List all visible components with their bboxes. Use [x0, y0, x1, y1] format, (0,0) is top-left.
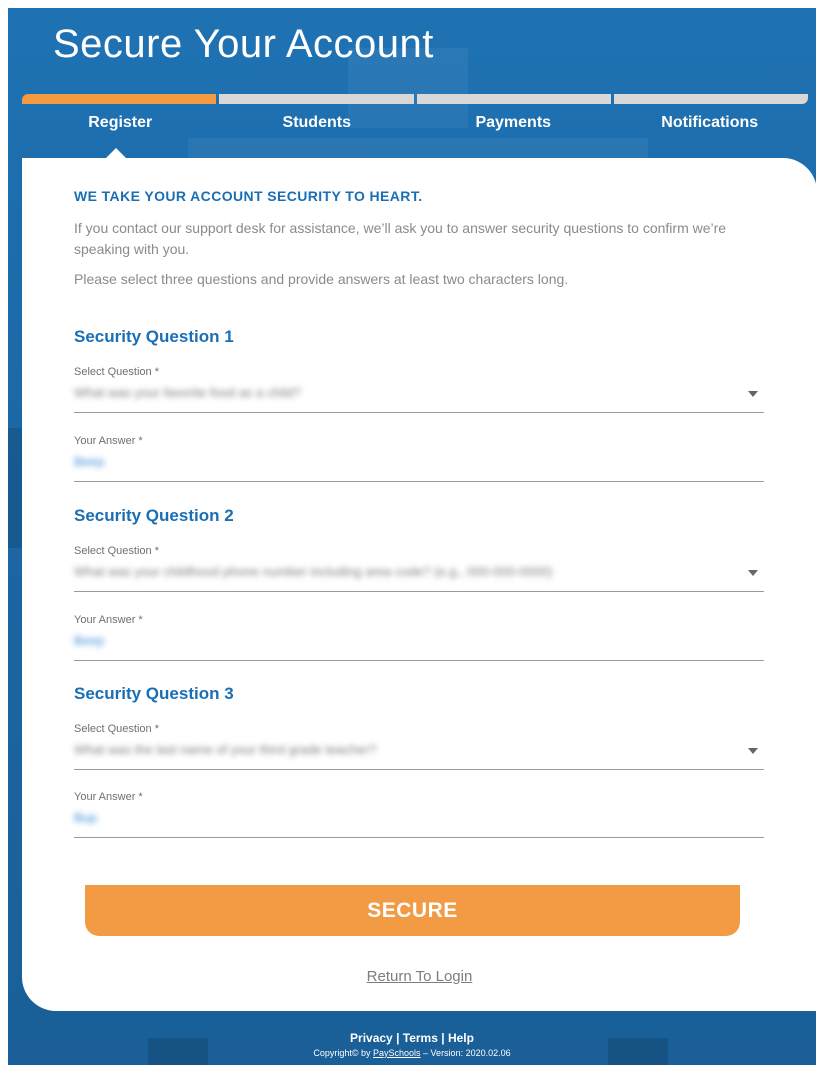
- instruction-text: Please select three questions and provid…: [74, 271, 569, 287]
- security-question-2-title: Security Question 2: [74, 506, 234, 525]
- selected-question-value: What was the last name of your third gra…: [74, 742, 377, 757]
- dropdown-arrow-icon[interactable]: [748, 570, 758, 576]
- your-answer-label: Your Answer *: [74, 435, 143, 447]
- dropdown-arrow-icon[interactable]: [748, 391, 758, 397]
- answer-value: Bup: [74, 810, 98, 825]
- footer-separator: |: [441, 1031, 445, 1045]
- tab-payments[interactable]: Payments: [415, 114, 612, 132]
- answer-3-field[interactable]: Your Answer * Bup: [74, 791, 764, 838]
- privacy-link[interactable]: Privacy: [350, 1031, 393, 1045]
- card-headline: WE TAKE YOUR ACCOUNT SECURITY TO HEART.: [74, 188, 423, 204]
- your-answer-label: Your Answer *: [74, 614, 143, 626]
- terms-link[interactable]: Terms: [403, 1031, 438, 1045]
- select-question-label: Select Question *: [74, 545, 159, 557]
- select-question-label: Select Question *: [74, 723, 159, 735]
- question-1-select[interactable]: Select Question * What was your favorite…: [74, 366, 764, 413]
- tab-notifications[interactable]: Notifications: [612, 114, 809, 132]
- dropdown-arrow-icon[interactable]: [748, 748, 758, 754]
- select-question-label: Select Question *: [74, 366, 159, 378]
- progress-segment-notifications: [613, 94, 808, 104]
- progress-segment-payments: [416, 94, 611, 104]
- progress-segment-students: [219, 94, 414, 104]
- question-2-select[interactable]: Select Question * What was your childhoo…: [74, 545, 764, 592]
- version-text: – Version: 2020.02.06: [420, 1048, 511, 1058]
- selected-question-value: What was your childhood phone number inc…: [74, 564, 553, 579]
- security-question-3-title: Security Question 3: [74, 684, 234, 703]
- answer-value: Beep: [74, 633, 105, 648]
- help-link[interactable]: Help: [448, 1031, 474, 1045]
- progress-bar: [22, 94, 808, 104]
- tab-students[interactable]: Students: [219, 114, 416, 132]
- step-tabs: Register Students Payments Notifications: [22, 114, 808, 132]
- page-background: Secure Your Account Register Students Pa…: [8, 8, 816, 1065]
- footer-separator: |: [396, 1031, 400, 1045]
- background-decor: [188, 138, 648, 158]
- answer-1-field[interactable]: Your Answer * Beep: [74, 435, 764, 482]
- page-title: Secure Your Account: [53, 22, 434, 66]
- secure-button[interactable]: SECURE: [85, 885, 740, 936]
- background-decor: [8, 428, 22, 548]
- answer-value: Beep: [74, 454, 105, 469]
- tab-register[interactable]: Register: [22, 114, 219, 132]
- question-3-select[interactable]: Select Question * What was the last name…: [74, 723, 764, 770]
- copyright-prefix: Copyright© by: [313, 1048, 374, 1058]
- your-answer-label: Your Answer *: [74, 791, 143, 803]
- answer-2-field[interactable]: Your Answer * Beep: [74, 614, 764, 661]
- footer-links: Privacy | Terms | Help: [8, 1031, 816, 1045]
- return-to-login-link[interactable]: Return To Login: [22, 968, 816, 985]
- intro-text: If you contact our support desk for assi…: [74, 220, 727, 257]
- selected-question-value: What was your favorite food as a child?: [74, 385, 301, 400]
- progress-segment-register: [22, 94, 217, 104]
- payschools-link[interactable]: PaySchools: [373, 1048, 421, 1058]
- security-card: WE TAKE YOUR ACCOUNT SECURITY TO HEART. …: [22, 158, 816, 1011]
- copyright-text: Copyright© by PaySchools – Version: 2020…: [8, 1048, 816, 1058]
- security-question-1-title: Security Question 1: [74, 327, 234, 346]
